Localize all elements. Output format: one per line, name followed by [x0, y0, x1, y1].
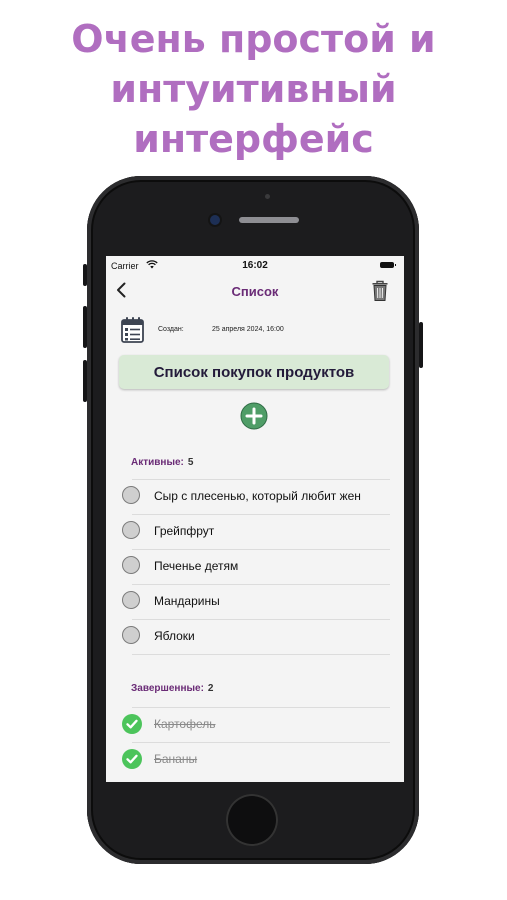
- unchecked-circle-icon[interactable]: [122, 486, 140, 504]
- phone-volume-up: [83, 306, 87, 348]
- row-divider: [132, 584, 390, 585]
- active-items-list: Сыр с плесенью, который любит жен Грейпф…: [120, 479, 390, 655]
- active-section-header: Активные: 5: [131, 457, 193, 468]
- completed-section-header: Завершенные: 2: [131, 683, 213, 694]
- list-item[interactable]: Картофель: [120, 707, 390, 742]
- row-divider: [132, 742, 390, 743]
- navigation-bar: Список: [106, 278, 404, 304]
- phone-sensor: [265, 194, 270, 199]
- phone-power-button: [419, 322, 423, 368]
- unchecked-circle-icon[interactable]: [122, 556, 140, 574]
- item-label: Грейпфрут: [154, 524, 215, 538]
- promo-headline-line-2: интуитивный: [110, 67, 397, 111]
- created-info: Создан: 25 апреля 2024, 16:00: [120, 316, 400, 346]
- app-screen: Carrier 16:02 Список Создан: 25 апреля 2…: [106, 256, 404, 782]
- completed-items-list: Картофель Бананы: [120, 707, 390, 777]
- promo-headline-line-3: интерфейс: [133, 117, 374, 161]
- unchecked-circle-icon[interactable]: [122, 626, 140, 644]
- list-title-field[interactable]: Список покупок продуктов: [119, 355, 389, 389]
- battery-icon: [380, 262, 396, 268]
- unchecked-circle-icon[interactable]: [122, 521, 140, 539]
- phone-home-button[interactable]: [226, 794, 278, 846]
- promo-headline: Очень простой и интуитивный интерфейс: [0, 14, 507, 164]
- item-label: Бананы: [154, 752, 198, 766]
- list-item[interactable]: Грейпфрут: [120, 514, 390, 549]
- list-item[interactable]: Сыр с плесенью, который любит жен: [120, 479, 390, 514]
- add-item-plus-icon[interactable]: [240, 402, 268, 430]
- active-section-label: Активные:: [131, 457, 184, 468]
- item-label: Картофель: [154, 717, 216, 731]
- created-label: Создан:: [158, 326, 184, 333]
- completed-count: 2: [207, 683, 214, 694]
- list-item[interactable]: Бананы: [120, 742, 390, 777]
- row-divider: [132, 619, 390, 620]
- created-date: 25 апреля 2024, 16:00: [212, 326, 284, 333]
- item-label: Сыр с плесенью, который любит жен: [154, 489, 361, 503]
- row-divider: [132, 549, 390, 550]
- row-divider: [132, 654, 390, 655]
- page-title: Список: [231, 284, 279, 299]
- phone-volume-down: [83, 360, 87, 402]
- list-end: [120, 654, 390, 655]
- phone-front-camera: [210, 215, 220, 225]
- item-label: Яблоки: [154, 629, 195, 643]
- list-item[interactable]: Печенье детям: [120, 549, 390, 584]
- list-item[interactable]: Яблоки: [120, 619, 390, 654]
- checkmark-circle-icon[interactable]: [122, 714, 142, 734]
- checkmark-circle-icon[interactable]: [122, 749, 142, 769]
- unchecked-circle-icon[interactable]: [122, 591, 140, 609]
- calendar-list-icon: [120, 316, 146, 344]
- list-item[interactable]: Мандарины: [120, 584, 390, 619]
- status-bar: Carrier 16:02: [106, 256, 404, 274]
- status-time: 16:02: [242, 260, 268, 271]
- item-label: Печенье детям: [154, 559, 239, 573]
- active-count: 5: [187, 457, 194, 468]
- completed-section-label: Завершенные:: [131, 683, 204, 694]
- item-label: Мандарины: [154, 594, 220, 608]
- row-divider: [132, 707, 390, 708]
- phone-earpiece: [239, 217, 299, 223]
- promo-headline-line-1: Очень простой и: [71, 17, 436, 61]
- row-divider: [132, 479, 390, 480]
- phone-mute-switch: [83, 264, 87, 286]
- list-title: Список покупок продуктов: [153, 363, 355, 381]
- trash-icon[interactable]: [370, 280, 390, 302]
- row-divider: [132, 514, 390, 515]
